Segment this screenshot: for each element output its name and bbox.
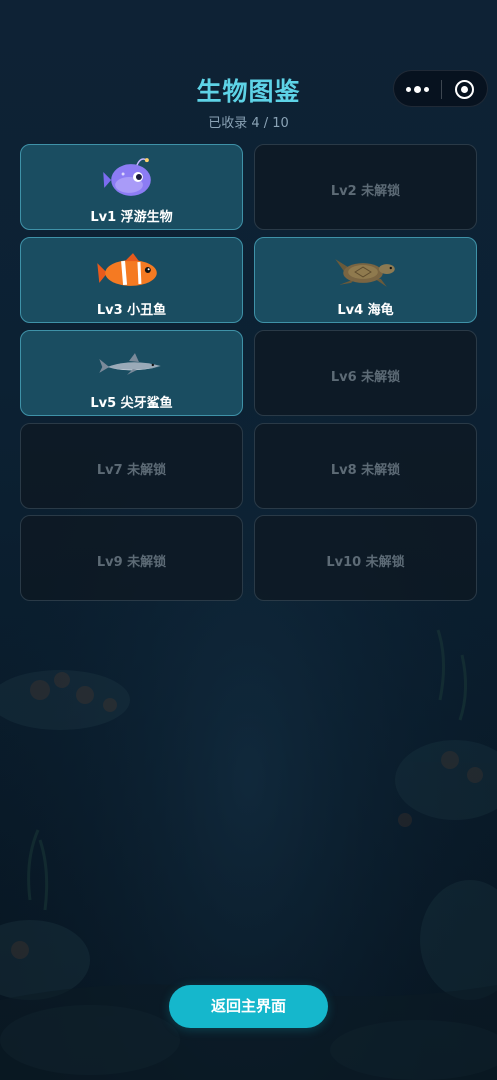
- creature-card-lv2[interactable]: Lv2 未解锁: [254, 144, 477, 230]
- creature-card-lv8[interactable]: Lv8 未解锁: [254, 423, 477, 509]
- creature-label: Lv3 小丑鱼: [96, 303, 167, 318]
- creature-label: Lv10 未解锁: [326, 555, 405, 570]
- plankton-fish-icon: [103, 158, 151, 196]
- creature-card-lv10[interactable]: Lv10 未解锁: [254, 515, 477, 601]
- clownfish-icon: [97, 253, 157, 286]
- creature-label: Lv6 未解锁: [330, 370, 401, 385]
- creature-card-lv5[interactable]: Lv5 尖牙鲨鱼: [20, 330, 243, 416]
- creature-label: Lv9 未解锁: [96, 555, 167, 570]
- creature-card-lv9[interactable]: Lv9 未解锁: [20, 515, 243, 601]
- target-close-icon[interactable]: [442, 71, 489, 108]
- creature-card-lv1[interactable]: Lv1 浮游生物: [20, 144, 243, 230]
- creature-label: Lv1 浮游生物: [90, 210, 173, 225]
- creature-label: Lv8 未解锁: [330, 463, 401, 478]
- creature-label: Lv5 尖牙鲨鱼: [90, 396, 173, 411]
- creature-card-lv7[interactable]: Lv7 未解锁: [20, 423, 243, 509]
- creature-card-lv4[interactable]: Lv4 海龟: [254, 237, 477, 323]
- creature-card-lv3[interactable]: Lv3 小丑鱼: [20, 237, 243, 323]
- creature-label: Lv4 海龟: [337, 303, 394, 318]
- back-to-main-button[interactable]: 返回主界面: [169, 985, 328, 1028]
- sea-turtle-icon: [335, 259, 395, 287]
- mini-program-capsule: [393, 70, 488, 107]
- more-dots-icon[interactable]: [394, 71, 441, 108]
- shark-icon: [99, 353, 161, 375]
- creature-card-lv6[interactable]: Lv6 未解锁: [254, 330, 477, 416]
- creature-label: Lv2 未解锁: [330, 184, 401, 199]
- creature-label: Lv7 未解锁: [96, 463, 167, 478]
- collection-count: 已收录 4 / 10: [208, 116, 289, 131]
